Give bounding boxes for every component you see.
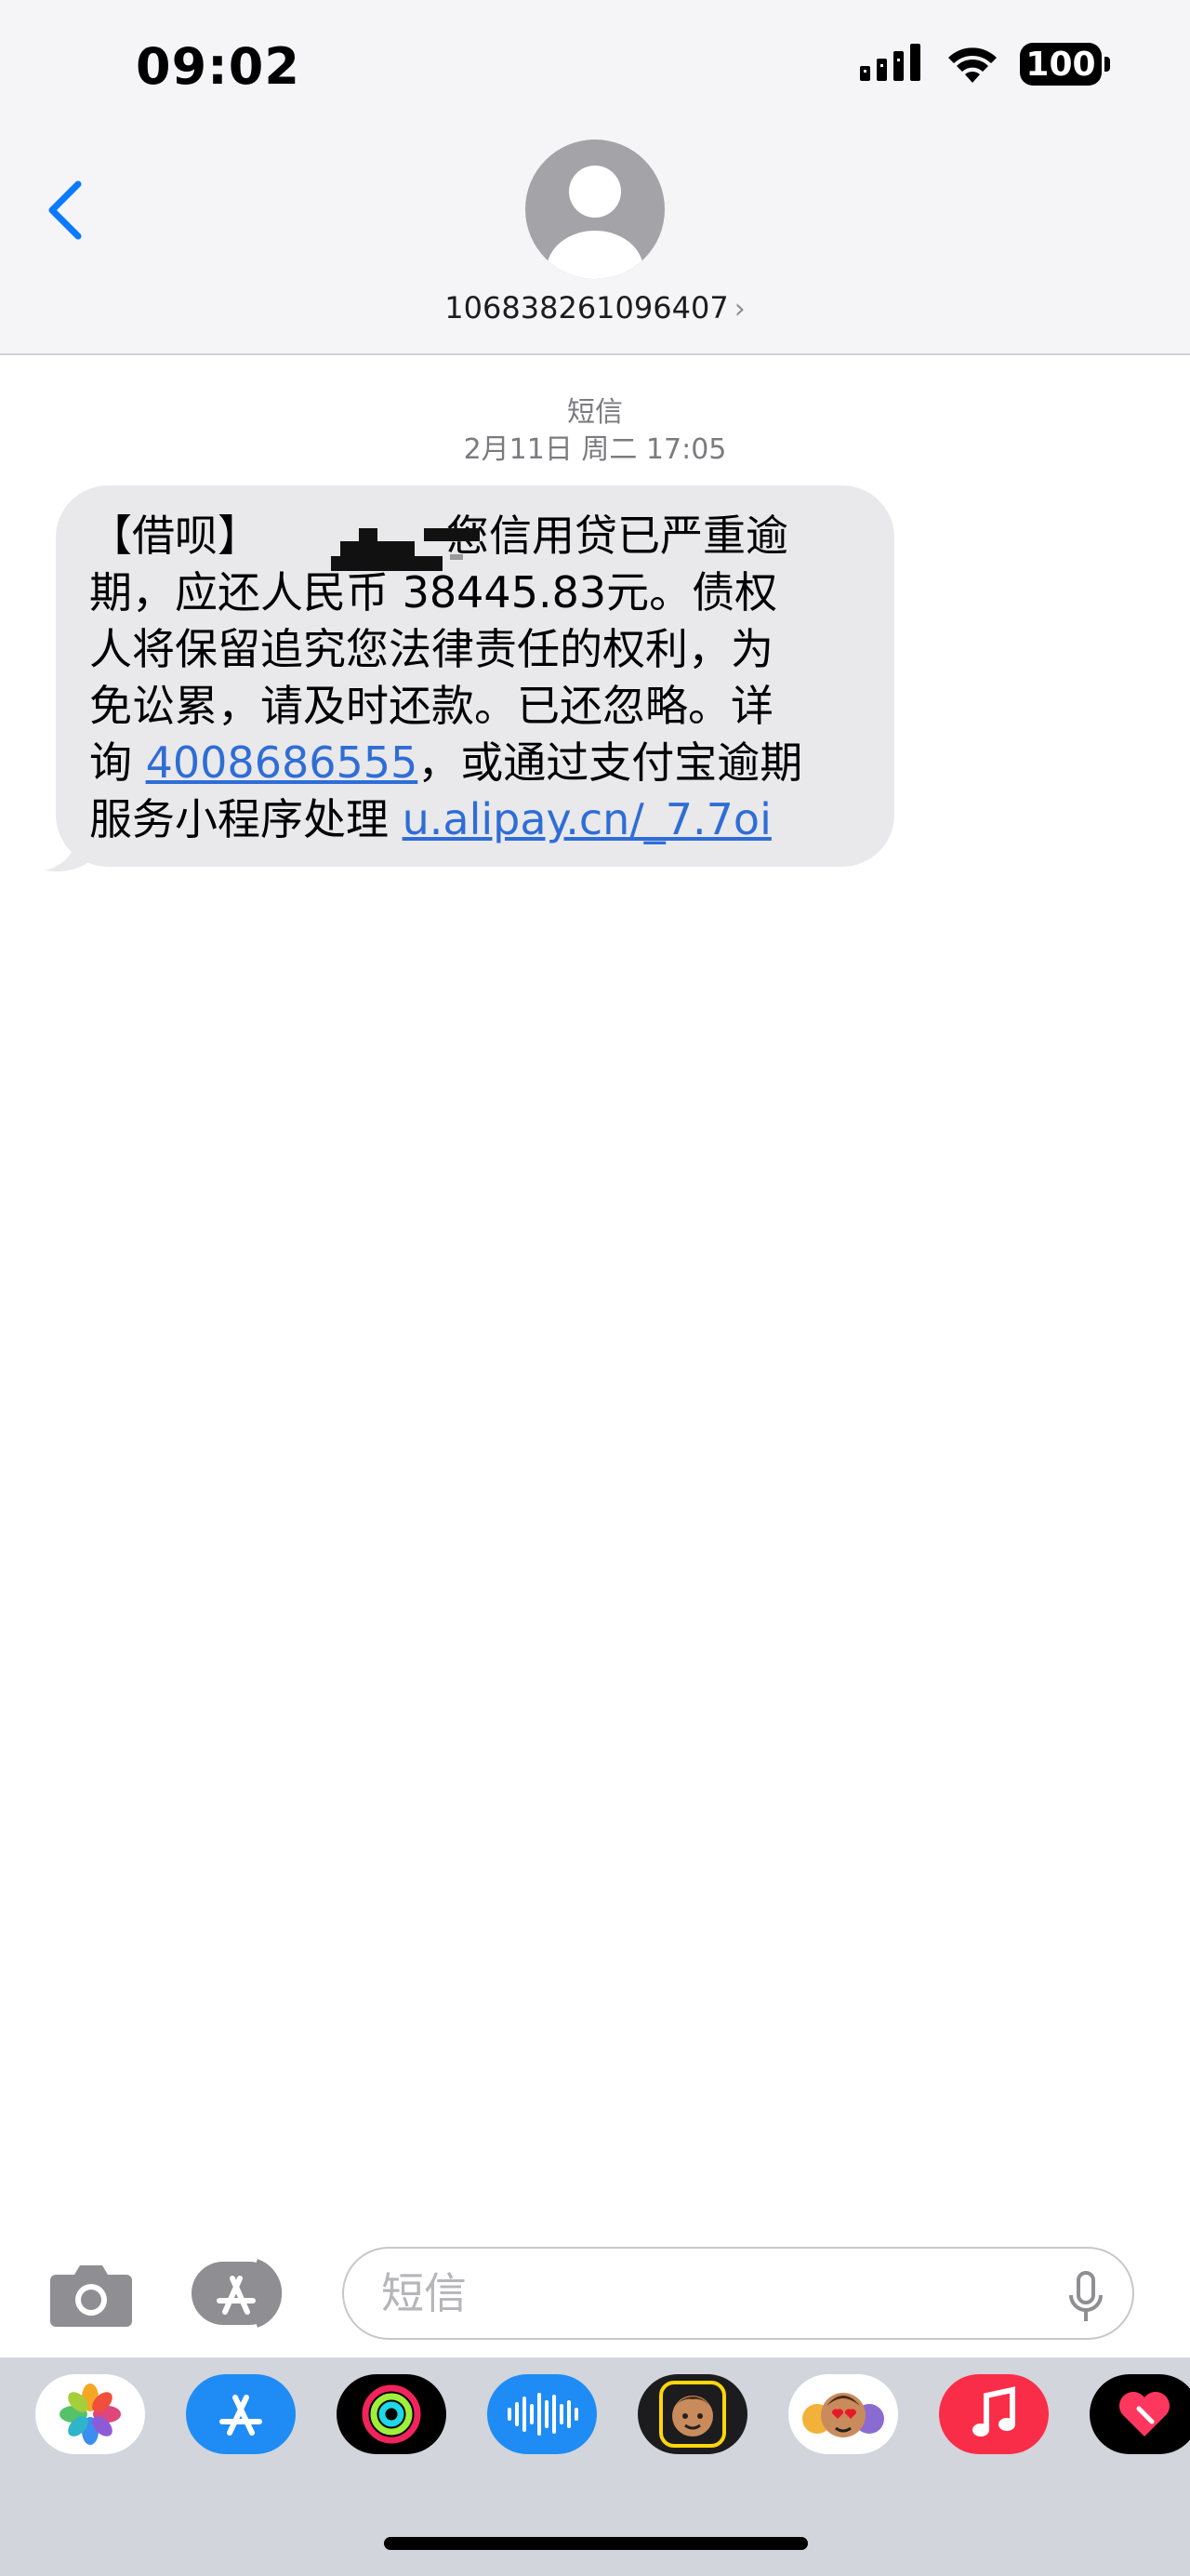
camera-button[interactable] [48, 2258, 134, 2329]
music-icon[interactable] [939, 2374, 1049, 2454]
apps-button[interactable] [192, 2258, 296, 2329]
home-indicator[interactable] [384, 2537, 808, 2550]
app-store-icon[interactable] [186, 2374, 296, 2454]
service-label: 短信 [567, 396, 623, 429]
contact-avatar[interactable] [525, 139, 665, 279]
status-bar: 09:02 100 [0, 0, 1190, 139]
message-bubble[interactable]: 【借呗】 您信用贷已严重逾 期，应还人民币 38445.83元。债权 人将保留追究… [56, 485, 894, 867]
message-line: 询 4008686555，或通过支付宝逾期 [89, 735, 857, 791]
audio-message-icon[interactable] [487, 2374, 597, 2454]
url-link[interactable]: u.alipay.cn/_7.7oi [403, 794, 772, 844]
message-input[interactable]: 短信 [342, 2247, 1134, 2340]
battery-level: 100 [1025, 45, 1096, 84]
message-text: 您信用贷已严重逾 [446, 511, 788, 561]
microphone-icon[interactable] [1067, 2271, 1104, 2323]
photos-icon[interactable] [35, 2374, 145, 2454]
message-line: 人将保留追究您法律责任的权利，为 [89, 624, 774, 674]
sender-name[interactable]: 106838261096407 › [0, 290, 1190, 325]
message-placeholder: 短信 [381, 2268, 467, 2318]
message-line: 免讼累，请及时还款。已还忽略。详 [89, 681, 774, 731]
message-brand: 【借呗】 [89, 511, 260, 561]
status-icons: 100 [860, 43, 1110, 86]
message-text: 询 [89, 737, 146, 788]
conversation-header: 106838261096407 › [0, 139, 1190, 355]
message-text: 服务小程序处理 [89, 794, 403, 844]
message-text: ，或通过支付宝逾期 [417, 737, 803, 788]
chevron-right-icon: › [734, 293, 746, 325]
message-line: 期，应还人民币 38445.83元。债权 [89, 567, 778, 617]
digital-touch-icon[interactable] [1090, 2374, 1190, 2454]
message-timestamp: 2月11日 周二 17:05 [463, 433, 727, 466]
status-time: 09:02 [136, 37, 300, 96]
message-line: 服务小程序处理 u.alipay.cn/_7.7oi [89, 791, 857, 848]
back-button[interactable] [37, 177, 93, 242]
phone-link[interactable]: 4008686555 [146, 737, 418, 788]
battery-indicator: 100 [1020, 43, 1110, 86]
compose-bar: 短信 [0, 2232, 1190, 2357]
person-silhouette-icon [547, 166, 643, 279]
sender-number: 106838261096407 [444, 290, 729, 325]
redaction-mark [331, 528, 480, 571]
cellular-signal-icon [860, 44, 920, 81]
memoji-icon[interactable] [638, 2374, 747, 2454]
memoji-stickers-icon[interactable] [788, 2374, 898, 2454]
activity-icon[interactable] [337, 2374, 446, 2454]
wifi-icon [948, 47, 997, 83]
